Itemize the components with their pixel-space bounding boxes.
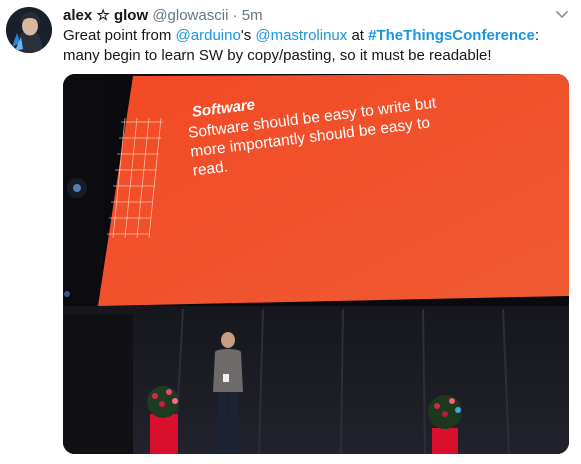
display-name[interactable]: alex ☆ glow [63,7,148,24]
avatar-photo [6,7,52,53]
mention-link[interactable]: @arduino [176,27,241,44]
tweet-text-part: 's [240,27,256,44]
tweet-header: alex ☆ glow @glowascii · 5m [63,6,263,26]
timestamp[interactable]: 5m [242,7,263,24]
conference-photo [63,74,569,454]
tweet-text-part: at [347,27,369,44]
tweet-text-part: Great point from [63,27,176,44]
tweet-photo[interactable]: Software Software should be easy to writ… [63,74,569,454]
chevron-down-icon[interactable] [554,6,570,22]
tweet-text: Great point from @arduino's @mastrolinux… [63,26,568,66]
avatar[interactable] [6,7,52,53]
separator-dot: · [232,7,238,24]
mention-link[interactable]: @mastrolinux [255,27,347,44]
hashtag-link[interactable]: #TheThingsConference [368,27,535,44]
user-handle[interactable]: @glowascii [152,7,228,24]
